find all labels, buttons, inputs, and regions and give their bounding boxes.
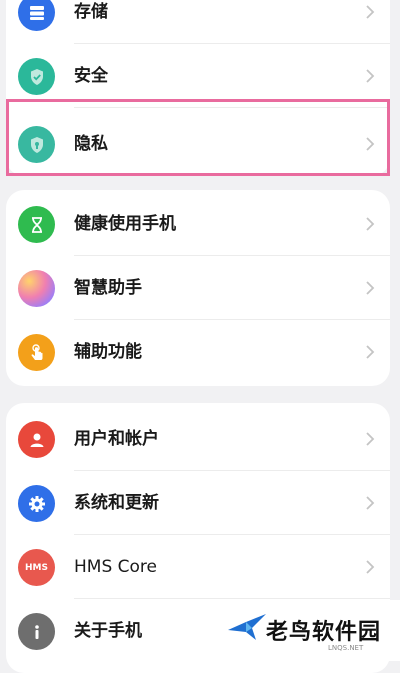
settings-item-label: HMS Core (74, 557, 157, 577)
storage-icon (18, 0, 55, 31)
settings-item-label: 健康使用手机 (74, 214, 176, 234)
hms-icon-text: HMS (25, 562, 48, 573)
watermark: 老鸟软件园 LNQS.NET (214, 600, 400, 661)
settings-item-label: 系统和更新 (74, 493, 159, 513)
chevron-right-icon (366, 496, 375, 510)
hms-icon: HMS (18, 549, 55, 586)
settings-item-storage[interactable]: 存储 (6, 0, 390, 44)
watermark-subtext: LNQS.NET (328, 644, 364, 652)
settings-item-digital-balance[interactable]: 健康使用手机 (6, 192, 390, 256)
settings-item-label: 存储 (74, 2, 108, 22)
chevron-right-icon (366, 69, 375, 83)
chevron-right-icon (366, 5, 375, 19)
bird-logo-icon (228, 614, 266, 640)
highlight-box (6, 99, 390, 176)
assistant-orb-icon (18, 270, 55, 307)
settings-item-users-accounts[interactable]: 用户和帐户 (6, 407, 390, 471)
settings-item-hms-core[interactable]: HMS HMS Core (6, 535, 390, 599)
chevron-right-icon (366, 345, 375, 359)
shield-check-icon (18, 58, 55, 95)
watermark-text: 老鸟软件园 (266, 620, 382, 645)
settings-item-system-update[interactable]: 系统和更新 (6, 471, 390, 535)
settings-item-label: 辅助功能 (74, 342, 142, 362)
user-icon (18, 421, 55, 458)
gear-icon (18, 485, 55, 522)
chevron-right-icon (366, 217, 375, 231)
info-icon (18, 613, 55, 650)
settings-item-label: 智慧助手 (74, 278, 142, 298)
settings-item-label: 关于手机 (74, 621, 142, 641)
hourglass-icon (18, 206, 55, 243)
settings-group-2: 健康使用手机 智慧助手 辅助功能 (6, 190, 390, 386)
chevron-right-icon (366, 281, 375, 295)
hand-tap-icon (18, 334, 55, 371)
settings-item-label: 用户和帐户 (74, 429, 159, 449)
settings-item-accessibility[interactable]: 辅助功能 (6, 320, 390, 384)
settings-item-smart-assistant[interactable]: 智慧助手 (6, 256, 390, 320)
chevron-right-icon (366, 560, 375, 574)
chevron-right-icon (366, 432, 375, 446)
